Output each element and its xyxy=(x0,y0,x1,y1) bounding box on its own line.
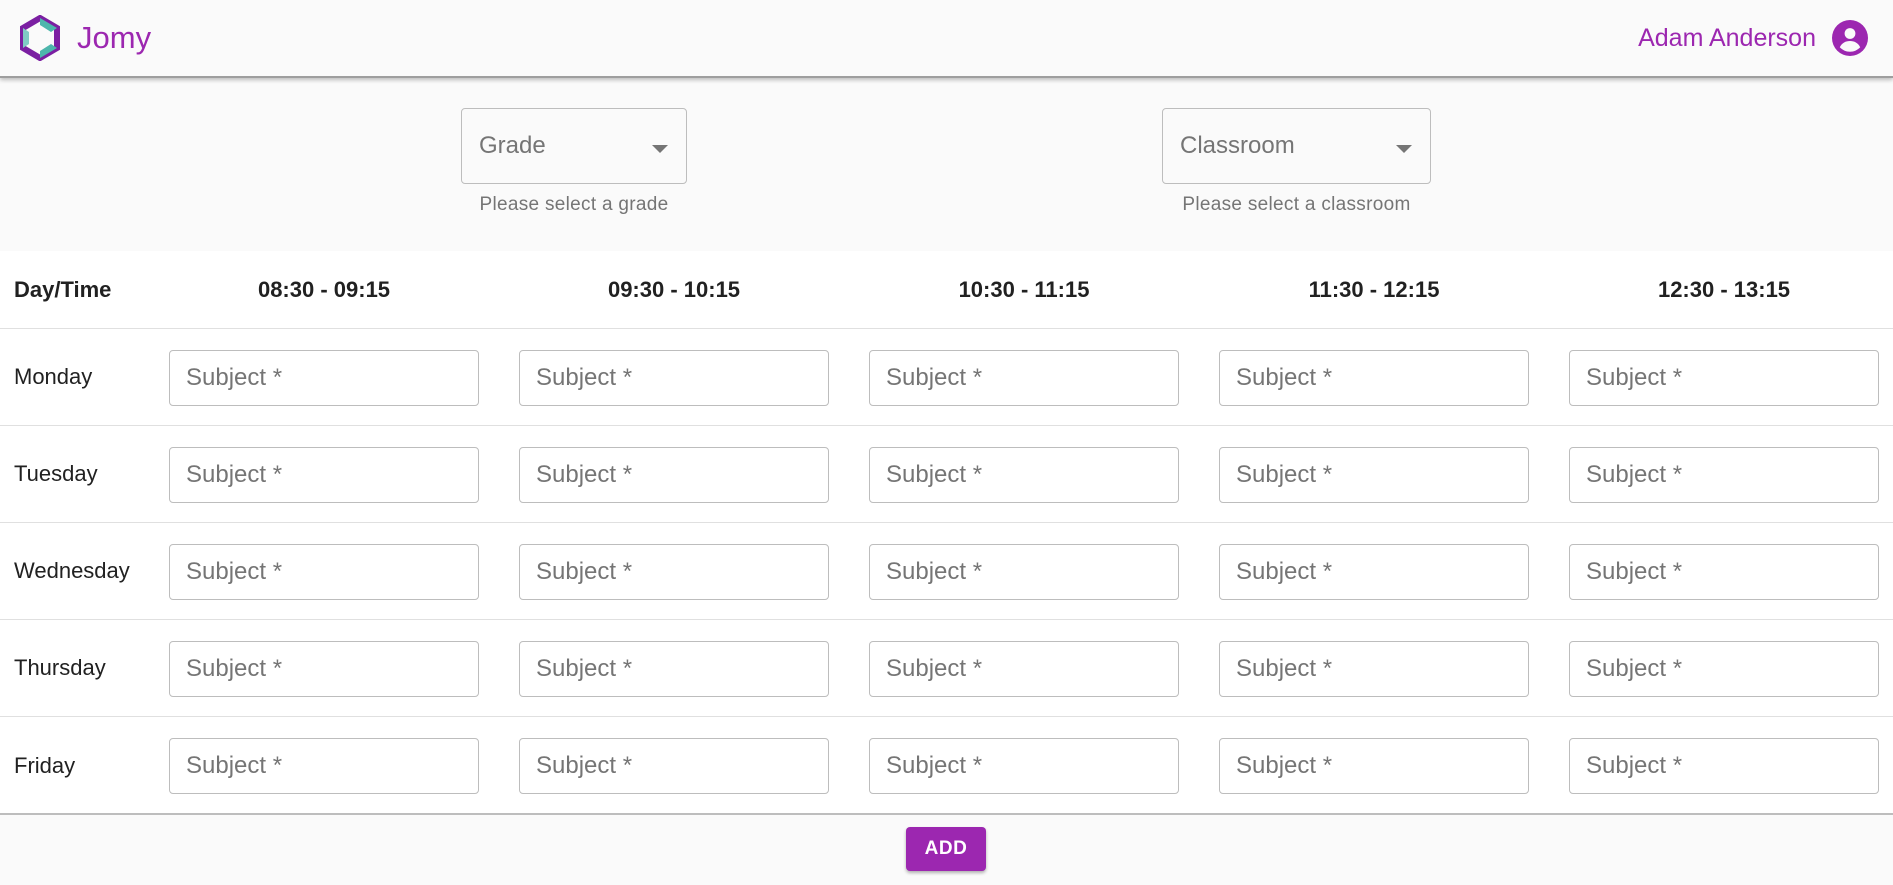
subject-input[interactable] xyxy=(1219,641,1529,697)
app-header: Jomy Adam Anderson xyxy=(0,0,1893,78)
subject-input[interactable] xyxy=(1219,738,1529,794)
subject-input[interactable] xyxy=(869,641,1179,697)
schedule-row-tuesday: Tuesday xyxy=(0,426,1893,523)
time-slot-header: 08:30 - 09:15 xyxy=(257,276,391,302)
subject-input[interactable] xyxy=(519,447,829,503)
user-name: Adam Anderson xyxy=(1638,23,1816,52)
chevron-down-icon xyxy=(1396,145,1412,153)
user-menu[interactable]: Adam Anderson xyxy=(1638,20,1868,56)
subject-input[interactable] xyxy=(869,447,1179,503)
grade-helper-text: Please select a grade xyxy=(479,194,669,215)
subject-input[interactable] xyxy=(869,544,1179,600)
subject-input[interactable] xyxy=(519,350,829,406)
grade-select-wrap: Grade Please select a grade xyxy=(461,108,687,216)
subject-input[interactable] xyxy=(519,738,829,794)
subject-input[interactable] xyxy=(869,738,1179,794)
classroom-select[interactable]: Classroom xyxy=(1162,108,1431,184)
subject-input[interactable] xyxy=(1569,544,1879,600)
classroom-select-label: Classroom xyxy=(1180,132,1295,159)
subject-input[interactable] xyxy=(1569,447,1879,503)
subject-input[interactable] xyxy=(519,544,829,600)
action-bar: ADD xyxy=(0,813,1893,885)
schedule-row-monday: Monday xyxy=(0,329,1893,426)
account-circle-icon[interactable] xyxy=(1832,20,1868,56)
grade-select-label: Grade xyxy=(479,132,546,159)
time-slot-header: 12:30 - 13:15 xyxy=(1657,276,1791,302)
app-name: Jomy xyxy=(77,20,152,55)
subject-input[interactable] xyxy=(1569,738,1879,794)
day-label: Thursday xyxy=(14,655,106,680)
subject-input[interactable] xyxy=(169,641,479,697)
subject-input[interactable] xyxy=(169,447,479,503)
grade-select[interactable]: Grade xyxy=(461,108,687,184)
filter-bar: Grade Please select a grade Classroom Pl… xyxy=(0,80,1893,251)
subject-input[interactable] xyxy=(1219,350,1529,406)
chevron-down-icon xyxy=(652,145,668,153)
subject-input[interactable] xyxy=(169,350,479,406)
subject-input[interactable] xyxy=(169,544,479,600)
subject-input[interactable] xyxy=(1219,544,1529,600)
schedule-row-friday: Friday xyxy=(0,717,1893,814)
brand[interactable]: Jomy xyxy=(17,15,151,61)
classroom-select-wrap: Classroom Please select a classroom xyxy=(1162,108,1431,216)
subject-input[interactable] xyxy=(1569,350,1879,406)
time-slot-header: 09:30 - 10:15 xyxy=(607,276,741,302)
day-label: Tuesday xyxy=(14,461,98,486)
day-time-header: Day/Time xyxy=(14,276,112,302)
add-button[interactable]: ADD xyxy=(906,827,986,871)
subject-input[interactable] xyxy=(1219,447,1529,503)
day-label: Wednesday xyxy=(14,558,130,583)
time-slot-header: 11:30 - 12:15 xyxy=(1308,276,1440,302)
schedule-table: Day/Time 08:30 - 09:15 09:30 - 10:15 10:… xyxy=(0,251,1893,814)
day-label: Monday xyxy=(14,364,93,389)
logo-icon xyxy=(20,15,60,61)
subject-input[interactable] xyxy=(869,350,1179,406)
classroom-helper-text: Please select a classroom xyxy=(1182,194,1411,215)
schedule-row-thursday: Thursday xyxy=(0,620,1893,717)
subject-input[interactable] xyxy=(1569,641,1879,697)
subject-input[interactable] xyxy=(169,738,479,794)
time-slot-header: 10:30 - 11:15 xyxy=(958,276,1090,302)
subject-input[interactable] xyxy=(519,641,829,697)
schedule-header-row: Day/Time 08:30 - 09:15 09:30 - 10:15 10:… xyxy=(0,251,1893,329)
schedule-row-wednesday: Wednesday xyxy=(0,523,1893,620)
day-label: Friday xyxy=(14,752,76,778)
